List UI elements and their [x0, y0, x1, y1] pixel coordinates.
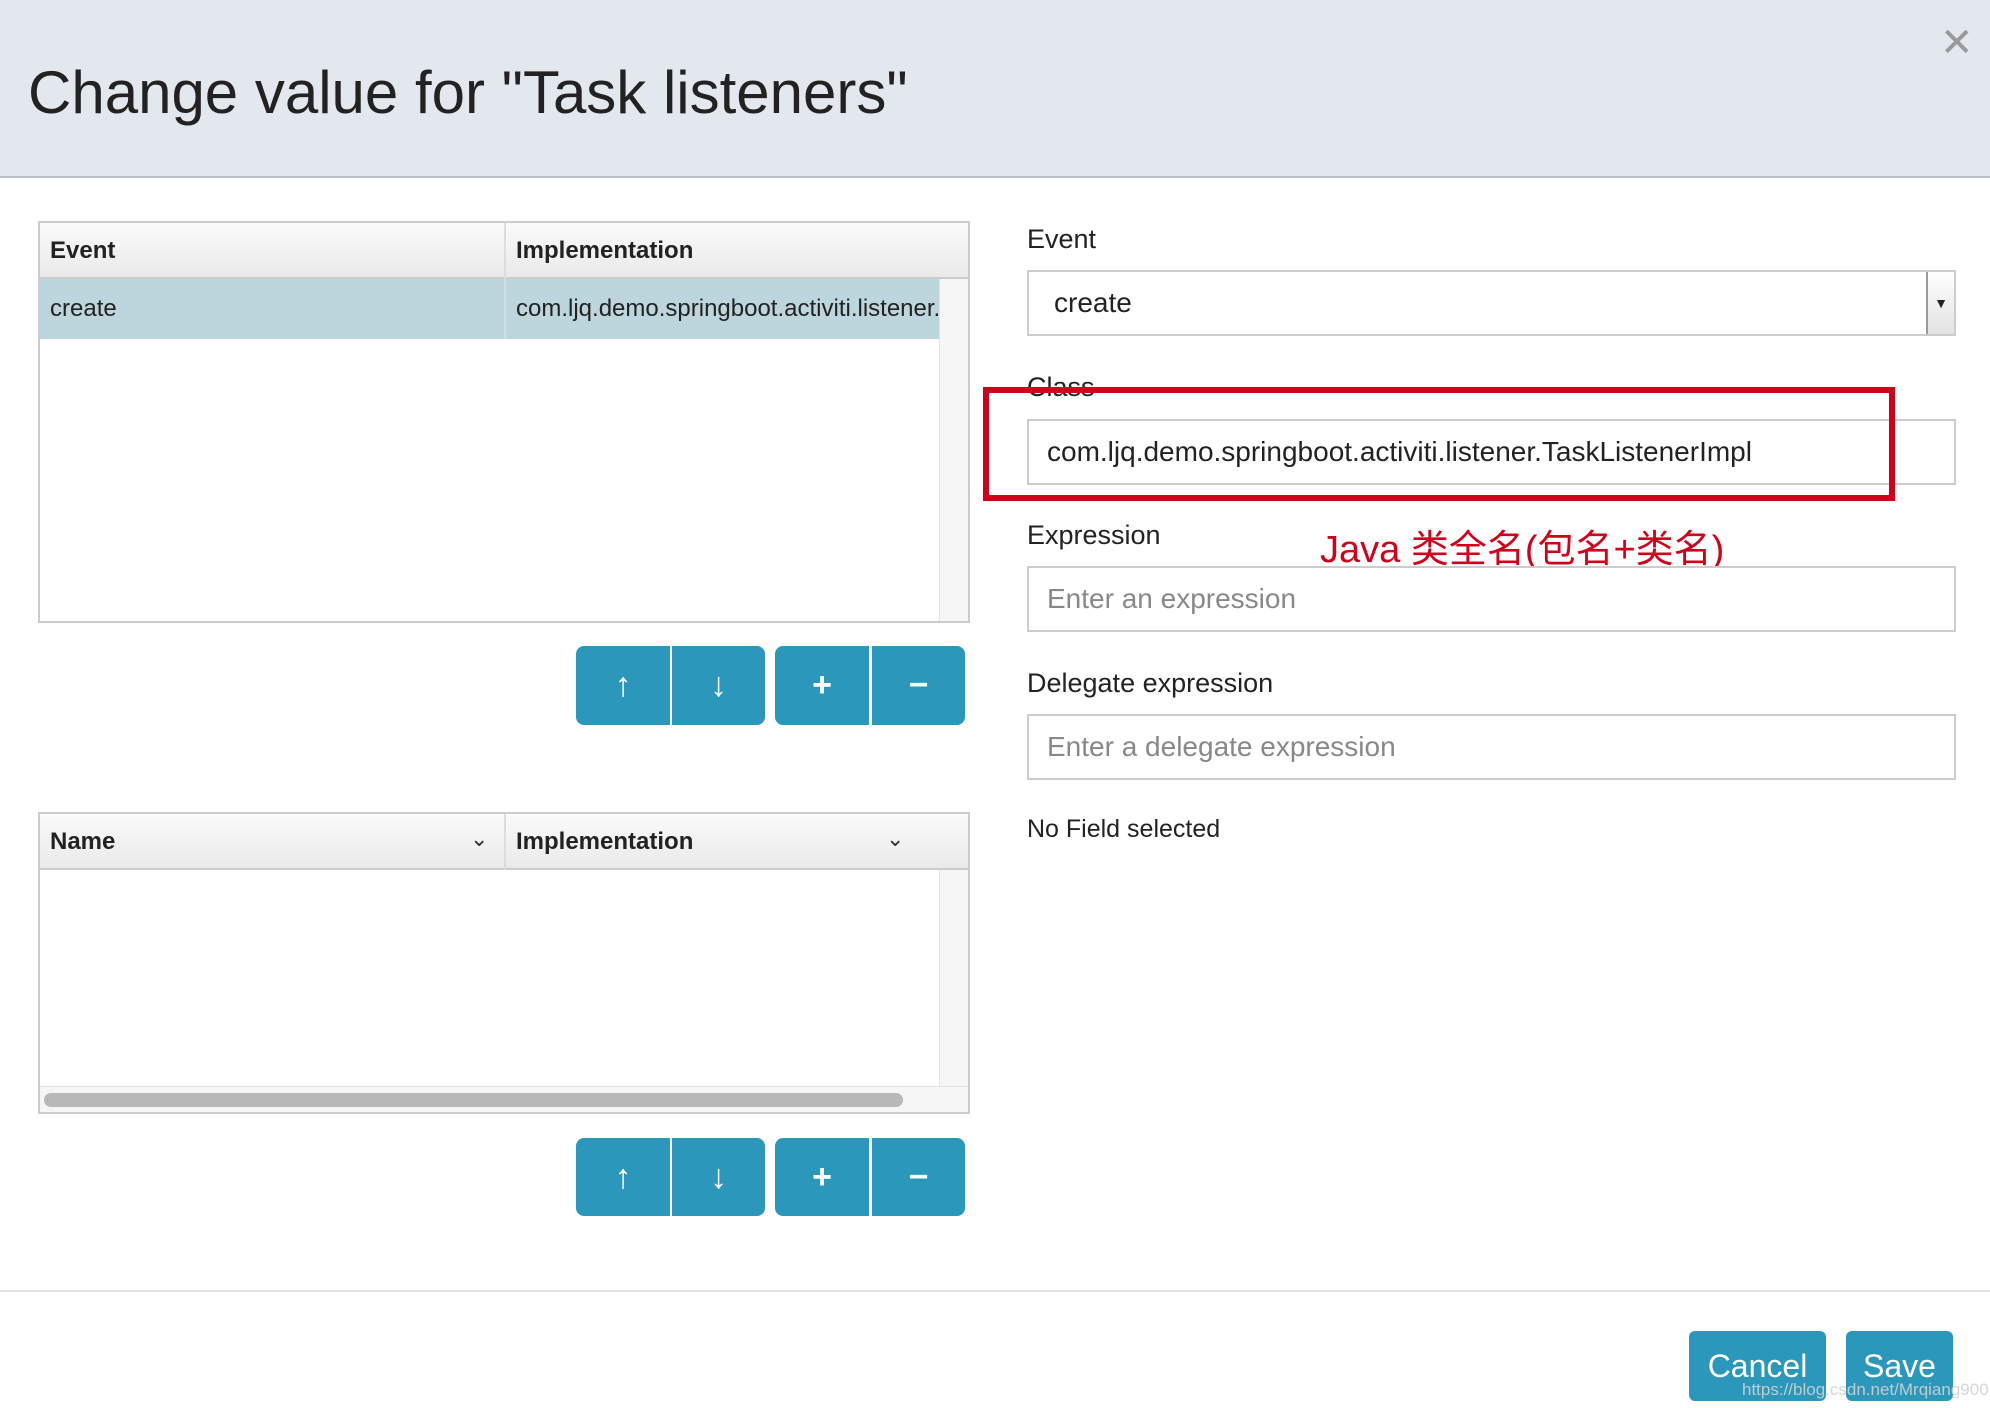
delegate-expression-input[interactable] — [1027, 714, 1956, 780]
event-select-value: create — [1054, 287, 1132, 318]
row-implementation: com.ljq.demo.springboot.activiti.listene… — [516, 295, 939, 322]
add-button[interactable]: + — [775, 646, 869, 725]
row-event: create — [50, 295, 117, 322]
field-move-down-button[interactable]: ↓ — [672, 1138, 765, 1216]
remove-button[interactable]: − — [872, 646, 965, 725]
field-move-up-button[interactable]: ↑ — [576, 1138, 670, 1216]
event-label: Event — [1027, 224, 1097, 254]
horizontal-scrollbar[interactable] — [40, 1086, 968, 1112]
fields-table: Name ⌄ Implementation ⌄ — [38, 812, 970, 1114]
footer-divider — [0, 1290, 1990, 1292]
delegate-expression-label: Delegate expression — [1027, 668, 1274, 698]
vertical-scrollbar[interactable] — [939, 870, 968, 1086]
expression-label: Expression — [1027, 520, 1161, 550]
event-select[interactable]: create ▼ — [1027, 270, 1956, 336]
no-field-text: No Field selected — [1027, 815, 1221, 843]
column-header-implementation[interactable]: Implementation — [506, 223, 966, 279]
chevron-down-icon[interactable]: ⌄ — [470, 826, 488, 852]
dialog-title: Change value for "Task listeners" — [28, 59, 908, 126]
field-add-button[interactable]: + — [775, 1138, 869, 1216]
scrollbar-thumb[interactable] — [44, 1093, 903, 1107]
dropdown-arrow-icon[interactable]: ▼ — [1926, 272, 1954, 334]
chevron-down-icon[interactable]: ⌄ — [886, 826, 904, 852]
vertical-scrollbar[interactable] — [939, 279, 968, 621]
column-header-event[interactable]: Event — [40, 223, 506, 279]
listeners-table: Event Implementation create com.ljq.demo… — [38, 221, 970, 623]
expression-input[interactable] — [1027, 566, 1956, 632]
annotation-text: Java 类全名(包名+类名) — [1320, 529, 1725, 571]
close-icon[interactable]: ✕ — [1940, 20, 1974, 66]
move-up-button[interactable]: ↑ — [576, 646, 670, 725]
field-remove-button[interactable]: − — [872, 1138, 965, 1216]
table-header: Event Implementation — [40, 223, 968, 279]
annotation-highlight-box — [983, 387, 1895, 501]
watermark: https://blog.csdn.net/Mrqiang9001 — [1742, 1380, 1990, 1399]
table-header: Name ⌄ Implementation ⌄ — [40, 814, 968, 870]
column-header-name[interactable]: Name — [40, 814, 506, 870]
move-down-button[interactable]: ↓ — [672, 646, 765, 725]
table-row[interactable]: create com.ljq.demo.springboot.activiti.… — [40, 279, 939, 339]
